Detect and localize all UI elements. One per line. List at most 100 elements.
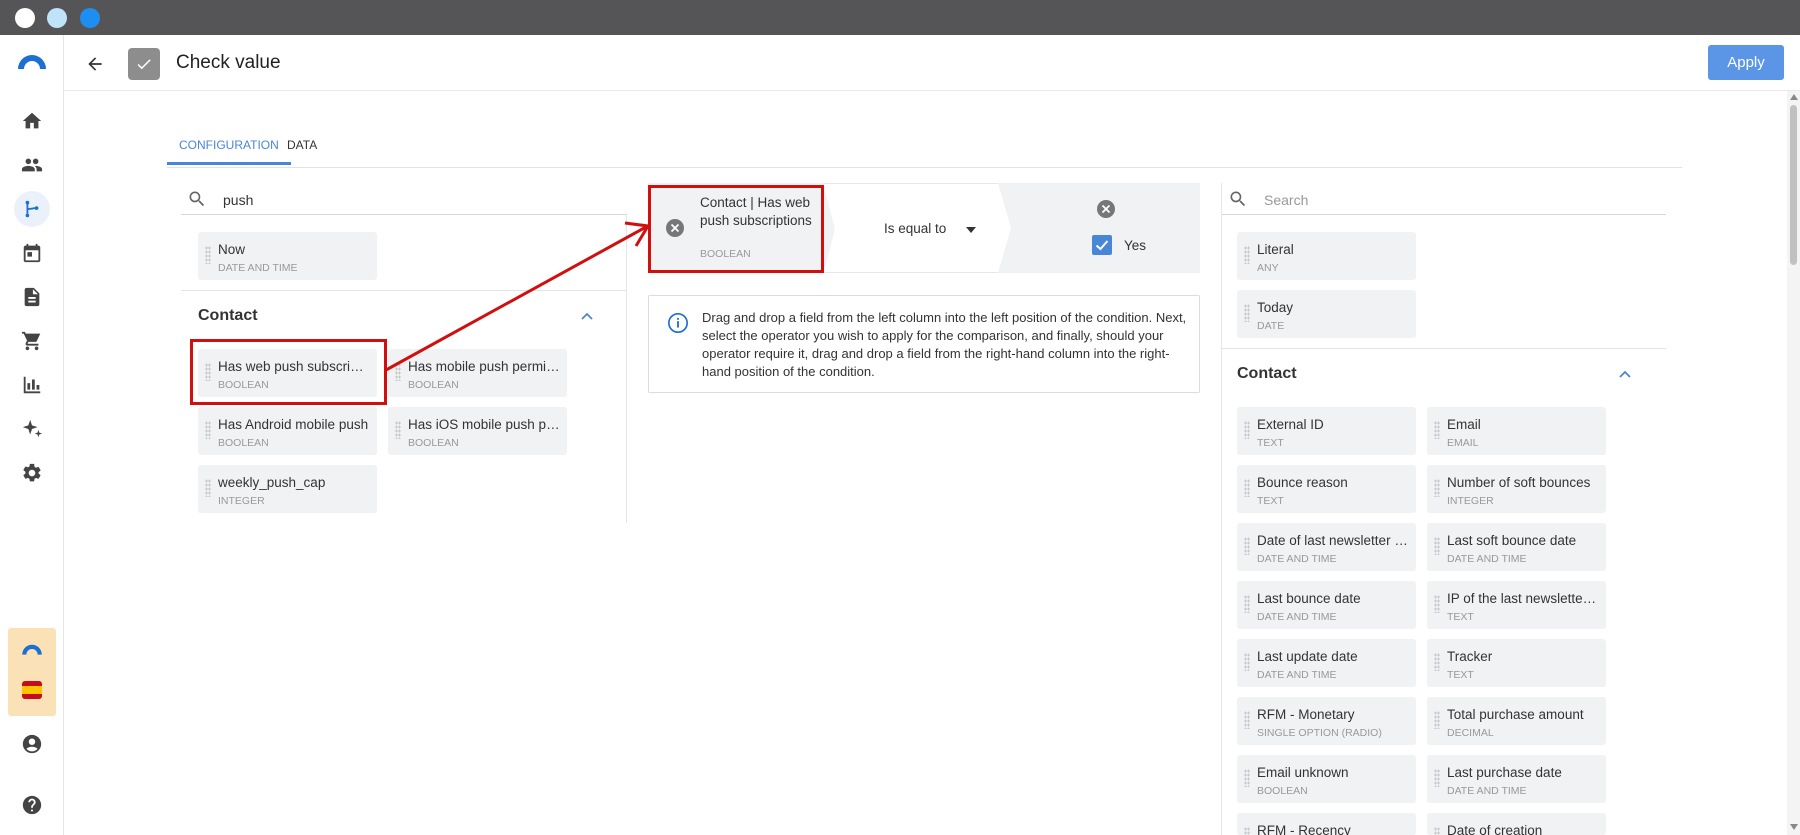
field-card[interactable]: Last update date DATE AND TIME bbox=[1237, 639, 1416, 687]
field-card[interactable]: Date of creation bbox=[1427, 813, 1606, 835]
drag-handle-icon[interactable] bbox=[1244, 595, 1250, 613]
field-card[interactable]: RFM - Recency bbox=[1237, 813, 1416, 835]
remove-value-icon[interactable] bbox=[1096, 199, 1116, 219]
drag-handle-icon[interactable] bbox=[1434, 653, 1440, 671]
drag-handle-icon[interactable] bbox=[1434, 479, 1440, 497]
field-card[interactable]: Total purchase amount DECIMAL bbox=[1427, 697, 1606, 745]
field-name: Last soft bounce date bbox=[1447, 533, 1577, 548]
brand-logo-icon[interactable] bbox=[16, 51, 48, 71]
field-card[interactable]: Last purchase date DATE AND TIME bbox=[1427, 755, 1606, 803]
field-name: Literal bbox=[1257, 242, 1294, 257]
field-card[interactable]: Last bounce date DATE AND TIME bbox=[1237, 581, 1416, 629]
field-type: TEXT bbox=[1257, 495, 1284, 507]
user-account-icon[interactable] bbox=[14, 726, 50, 762]
scroll-up-arrow-icon[interactable] bbox=[1790, 94, 1798, 100]
field-name: RFM - Recency bbox=[1257, 823, 1351, 835]
back-arrow-icon[interactable] bbox=[82, 51, 108, 77]
help-icon[interactable] bbox=[14, 787, 50, 823]
field-name: Has Android mobile push bbox=[218, 417, 369, 432]
drag-handle-icon[interactable] bbox=[1434, 537, 1440, 555]
field-card[interactable]: Date of last newsletter opening DATE AND … bbox=[1237, 523, 1416, 571]
window-maximize-dot[interactable] bbox=[80, 8, 100, 28]
info-box: Drag and drop a field from the left colu… bbox=[648, 295, 1200, 393]
field-card[interactable]: IP of the last newsletter opening TEXT bbox=[1427, 581, 1606, 629]
field-type: DATE AND TIME bbox=[218, 262, 298, 274]
field-card[interactable]: Today DATE bbox=[1237, 290, 1416, 338]
scroll-down-arrow-icon[interactable] bbox=[1790, 824, 1798, 830]
drag-handle-icon[interactable] bbox=[1434, 595, 1440, 613]
sidebar bbox=[0, 35, 64, 835]
field-card[interactable]: Email unknown BOOLEAN bbox=[1237, 755, 1416, 803]
drag-handle-icon[interactable] bbox=[1434, 711, 1440, 729]
drag-handle-icon[interactable] bbox=[1244, 827, 1250, 835]
field-type: DATE AND TIME bbox=[1447, 553, 1527, 565]
cart-icon[interactable] bbox=[14, 323, 50, 359]
field-name: Number of soft bounces bbox=[1447, 475, 1591, 490]
section-title-contact: Contact bbox=[1237, 365, 1297, 382]
field-card[interactable]: RFM - Monetary SINGLE OPTION (RADIO) bbox=[1237, 697, 1416, 745]
contacts-icon[interactable] bbox=[14, 147, 50, 183]
left-search-value: push bbox=[223, 192, 254, 208]
drag-handle-icon[interactable] bbox=[1244, 653, 1250, 671]
drag-handle-icon[interactable] bbox=[1244, 711, 1250, 729]
drag-handle-icon[interactable] bbox=[205, 246, 211, 264]
info-text: Drag and drop a field from the left colu… bbox=[702, 310, 1187, 379]
sparkles-icon[interactable] bbox=[14, 411, 50, 447]
apply-button[interactable]: Apply bbox=[1708, 45, 1784, 80]
field-card[interactable]: Last soft bounce date DATE AND TIME bbox=[1427, 523, 1606, 571]
field-card[interactable]: External ID TEXT bbox=[1237, 407, 1416, 455]
drag-handle-icon[interactable] bbox=[1434, 421, 1440, 439]
field-card[interactable]: Literal ANY bbox=[1237, 232, 1416, 280]
field-type: TEXT bbox=[1257, 437, 1284, 449]
drag-handle-icon[interactable] bbox=[1244, 246, 1250, 264]
field-name: RFM - Monetary bbox=[1257, 707, 1355, 722]
left-search-input[interactable]: push bbox=[181, 183, 627, 215]
right-search-placeholder: Search bbox=[1264, 192, 1309, 208]
field-card[interactable]: weekly_push_cap INTEGER bbox=[198, 465, 377, 513]
drag-handle-icon[interactable] bbox=[1244, 304, 1250, 322]
settings-icon[interactable] bbox=[14, 455, 50, 491]
yes-label: Yes bbox=[1124, 238, 1147, 253]
drag-handle-icon[interactable] bbox=[1434, 769, 1440, 787]
field-card[interactable]: Has Android mobile push BOOLEAN bbox=[198, 407, 377, 455]
account-switcher[interactable] bbox=[8, 628, 56, 716]
field-name: Today bbox=[1257, 300, 1294, 315]
chevron-separator-icon bbox=[823, 183, 835, 275]
drag-handle-icon[interactable] bbox=[205, 479, 211, 497]
drag-handle-icon[interactable] bbox=[1244, 421, 1250, 439]
yes-checkbox[interactable] bbox=[1092, 235, 1112, 255]
tab-configuration[interactable]: CONFIGURATION bbox=[167, 138, 291, 165]
window-minimize-dot[interactable] bbox=[47, 8, 67, 28]
tab-data[interactable]: DATA bbox=[275, 138, 329, 162]
drag-handle-icon[interactable] bbox=[395, 421, 401, 439]
condition-right-slot[interactable] bbox=[998, 183, 1200, 273]
window-close-dot[interactable] bbox=[15, 8, 35, 28]
field-card[interactable]: Tracker TEXT bbox=[1427, 639, 1606, 687]
document-icon[interactable] bbox=[14, 279, 50, 315]
calendar-icon[interactable] bbox=[14, 235, 50, 271]
page-scrollbar[interactable] bbox=[1787, 91, 1800, 835]
drag-handle-icon[interactable] bbox=[1244, 537, 1250, 555]
drag-handle-icon[interactable] bbox=[1434, 827, 1440, 835]
scroll-thumb[interactable] bbox=[1790, 105, 1797, 265]
chevron-up-icon[interactable] bbox=[1619, 370, 1631, 378]
operator-select[interactable]: Is equal to bbox=[823, 183, 1012, 275]
field-card[interactable]: Bounce reason TEXT bbox=[1237, 465, 1416, 513]
highlight-source-field bbox=[190, 339, 387, 405]
right-search-input[interactable]: Search bbox=[1222, 183, 1666, 215]
field-type: INTEGER bbox=[218, 495, 265, 507]
field-card[interactable]: Number of soft bounces INTEGER bbox=[1427, 465, 1606, 513]
drag-handle-icon[interactable] bbox=[1244, 769, 1250, 787]
home-icon[interactable] bbox=[14, 103, 50, 139]
drag-handle-icon[interactable] bbox=[1244, 479, 1250, 497]
field-name: Now bbox=[218, 242, 246, 257]
field-card[interactable]: Now DATE AND TIME bbox=[198, 232, 377, 280]
workflow-icon[interactable] bbox=[14, 191, 50, 227]
caret-down-icon[interactable] bbox=[966, 227, 976, 233]
search-icon bbox=[189, 191, 205, 207]
bar-chart-icon[interactable] bbox=[14, 367, 50, 403]
field-card[interactable]: Email EMAIL bbox=[1427, 407, 1606, 455]
field-card[interactable]: Has iOS mobile push permission BOOLEAN bbox=[388, 407, 567, 455]
drag-handle-icon[interactable] bbox=[205, 421, 211, 439]
tab-bar: CONFIGURATION DATA bbox=[167, 134, 1682, 168]
